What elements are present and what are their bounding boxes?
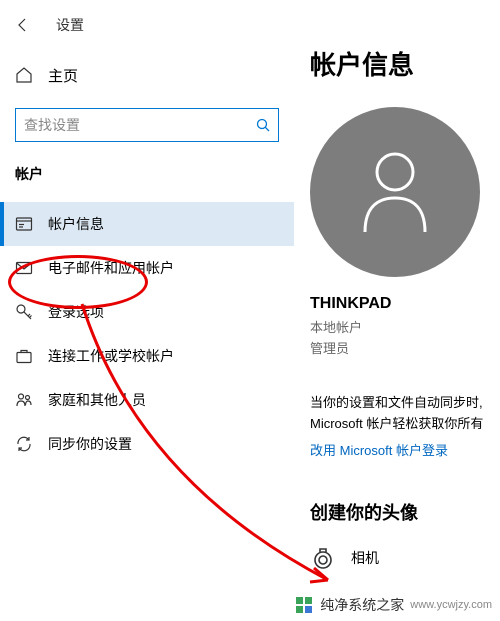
sidebar-item-work-school[interactable]: 连接工作或学校帐户 bbox=[0, 334, 294, 378]
email-icon bbox=[15, 259, 33, 277]
watermark-logo-icon bbox=[294, 595, 314, 615]
header-title: 设置 bbox=[56, 15, 84, 35]
search-placeholder: 查找设置 bbox=[24, 115, 256, 135]
sync-text-1: 当你的设置和文件自动同步时, bbox=[310, 392, 500, 411]
avatar bbox=[310, 107, 480, 277]
create-avatar-title: 创建你的头像 bbox=[310, 499, 500, 525]
nav-label: 帐户信息 bbox=[48, 214, 104, 234]
sidebar-item-account-info[interactable]: 帐户信息 bbox=[0, 202, 294, 246]
id-card-icon bbox=[15, 215, 33, 233]
home-nav[interactable]: 主页 bbox=[0, 60, 294, 90]
watermark-url: www.ycwjzy.com bbox=[410, 599, 492, 611]
sidebar: 设置 主页 查找设置 帐户 bbox=[0, 0, 295, 621]
username: THINKPAD bbox=[310, 295, 500, 313]
briefcase-icon bbox=[15, 347, 33, 365]
account-type: 本地帐户 bbox=[310, 317, 500, 336]
sync-text-2: Microsoft 帐户轻松获取你所有 bbox=[310, 413, 500, 432]
sidebar-item-email[interactable]: 电子邮件和应用帐户 bbox=[0, 246, 294, 290]
camera-option[interactable]: 相机 bbox=[310, 545, 500, 571]
nav-label: 家庭和其他人员 bbox=[48, 390, 146, 410]
home-label: 主页 bbox=[48, 65, 78, 86]
watermark: 纯净系统之家 www.ycwjzy.com bbox=[294, 595, 492, 615]
key-icon bbox=[15, 303, 33, 321]
nav-label: 登录选项 bbox=[48, 302, 104, 322]
home-icon bbox=[15, 66, 33, 84]
back-arrow-icon[interactable] bbox=[15, 17, 31, 33]
search-icon bbox=[256, 118, 270, 132]
sync-icon bbox=[15, 435, 33, 453]
camera-label: 相机 bbox=[351, 548, 379, 568]
search-input[interactable]: 查找设置 bbox=[15, 108, 279, 142]
sidebar-item-sync[interactable]: 同步你的设置 bbox=[0, 422, 294, 466]
ms-account-link[interactable]: 改用 Microsoft 帐户登录 bbox=[310, 440, 500, 459]
main-content: 帐户信息 THINKPAD 本地帐户 管理员 当你的设置和文件自动同步时, Mi… bbox=[295, 0, 500, 621]
nav-label: 电子邮件和应用帐户 bbox=[48, 258, 174, 278]
page-title: 帐户信息 bbox=[310, 45, 500, 82]
nav-label: 连接工作或学校帐户 bbox=[48, 346, 174, 366]
people-icon bbox=[15, 391, 33, 409]
account-role: 管理员 bbox=[310, 338, 500, 357]
watermark-text: 纯净系统之家 bbox=[320, 595, 404, 615]
camera-icon bbox=[310, 545, 336, 571]
section-label: 帐户 bbox=[0, 164, 294, 184]
sidebar-item-signin-options[interactable]: 登录选项 bbox=[0, 290, 294, 334]
nav-label: 同步你的设置 bbox=[48, 434, 132, 454]
sidebar-item-family[interactable]: 家庭和其他人员 bbox=[0, 378, 294, 422]
